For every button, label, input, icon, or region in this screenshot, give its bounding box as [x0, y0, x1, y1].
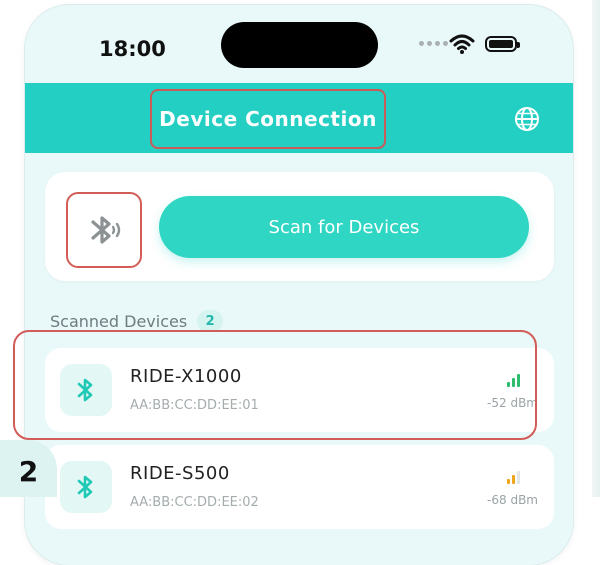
- device-mac: AA:BB:CC:DD:EE:02: [130, 495, 259, 510]
- bluetooth-icon: [77, 475, 93, 499]
- app-header: Device Connection: [25, 83, 573, 153]
- bluetooth-status[interactable]: [66, 192, 142, 268]
- adjacent-screen-edge: [592, 0, 600, 497]
- wifi-icon: [449, 34, 475, 54]
- signal-bar: [507, 479, 510, 484]
- signal-bar: [517, 471, 520, 484]
- selected-device-highlight: [13, 330, 537, 440]
- phone-screen: 18:00 Device Connection Scan for Devices: [25, 5, 573, 565]
- dynamic-island: [221, 22, 378, 68]
- scan-card: Scan for Devices: [45, 172, 554, 281]
- signal-bar: [512, 475, 515, 484]
- battery-icon: [485, 36, 520, 52]
- title-highlight: Device Connection: [150, 89, 386, 149]
- device-icon: [60, 461, 112, 513]
- page-title: Device Connection: [159, 107, 377, 131]
- step-badge: 2: [0, 440, 57, 497]
- list-title: Scanned Devices: [50, 311, 188, 331]
- globe-icon[interactable]: [514, 106, 540, 132]
- device-name: RIDE-S500: [130, 463, 230, 484]
- cellular-signal-icon: [419, 41, 448, 46]
- device-rssi: -68 dBm: [487, 493, 538, 507]
- scan-devices-button[interactable]: Scan for Devices: [159, 196, 529, 258]
- status-time: 18:00: [99, 37, 166, 61]
- signal-strength-icon: [507, 471, 520, 484]
- scanned-devices-header: Scanned Devices 2: [50, 310, 224, 332]
- bluetooth-audio-icon: [91, 216, 121, 244]
- device-count-badge: 2: [197, 310, 224, 332]
- device-item[interactable]: RIDE-S500 AA:BB:CC:DD:EE:02 -68 dBm: [45, 445, 554, 529]
